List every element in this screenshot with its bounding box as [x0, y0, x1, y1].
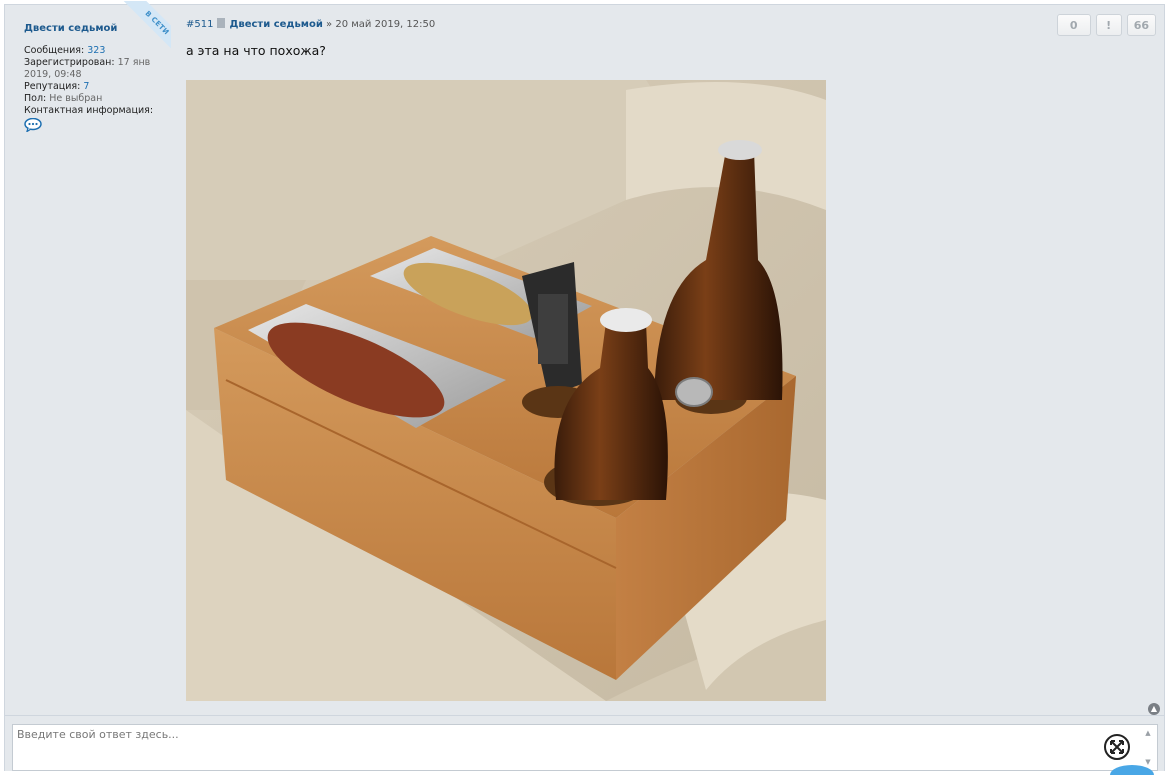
post-date: 20 май 2019, 12:50	[335, 19, 436, 30]
author-posts-link[interactable]: 323	[87, 45, 105, 56]
scroll-down-arrow-icon[interactable]: ▼	[1143, 758, 1153, 766]
expand-editor-button[interactable]	[1104, 734, 1130, 760]
post-number-link[interactable]: #511	[186, 19, 213, 30]
post-actions: 0 ! 66	[1056, 14, 1156, 36]
header-separator: »	[326, 19, 333, 30]
author-reputation: Репутация: 7	[24, 81, 90, 92]
sofa-armrest-caddy-photo	[186, 80, 826, 701]
author-contact-label: Контактная информация:	[24, 105, 154, 116]
post-text: а эта на что похожа?	[186, 43, 326, 58]
post-image[interactable]	[186, 80, 826, 701]
report-button[interactable]: !	[1095, 14, 1122, 36]
author-posts: Сообщения: 323	[24, 45, 106, 56]
vote-count-button[interactable]: 0	[1056, 14, 1091, 36]
reply-input[interactable]	[17, 728, 1077, 768]
quick-reply: ▲ ▼	[5, 715, 1164, 775]
author-info: Сообщения: 323 Зарегистрирован: 17 янв 2…	[24, 45, 164, 132]
speech-bubble-icon[interactable]	[24, 118, 42, 132]
author-reputation-link[interactable]: 7	[83, 81, 89, 92]
reply-box: ▲ ▼	[12, 724, 1158, 771]
author-gender: Пол: Не выбран	[24, 93, 103, 104]
chevron-up-icon[interactable]: ▲	[1148, 703, 1160, 715]
post-author-link[interactable]: Двести седьмой	[229, 19, 322, 30]
file-icon	[217, 18, 226, 28]
author-panel: Двести седьмой В СЕТИ Сообщения: 323 Зар…	[5, 1, 171, 715]
quote-button[interactable]: 66	[1126, 14, 1156, 36]
expand-arrows-icon	[1110, 740, 1124, 754]
post-header: #511 Двести седьмой » 20 май 2019, 12:50	[186, 18, 435, 30]
author-registered: Зарегистрирован: 17 янв 2019, 09:48	[24, 57, 151, 80]
forum-post: Двести седьмой В СЕТИ Сообщения: 323 Зар…	[4, 1, 1165, 775]
reply-scrollbar[interactable]: ▲ ▼	[1143, 727, 1153, 768]
scroll-up-arrow-icon[interactable]: ▲	[1143, 729, 1153, 737]
